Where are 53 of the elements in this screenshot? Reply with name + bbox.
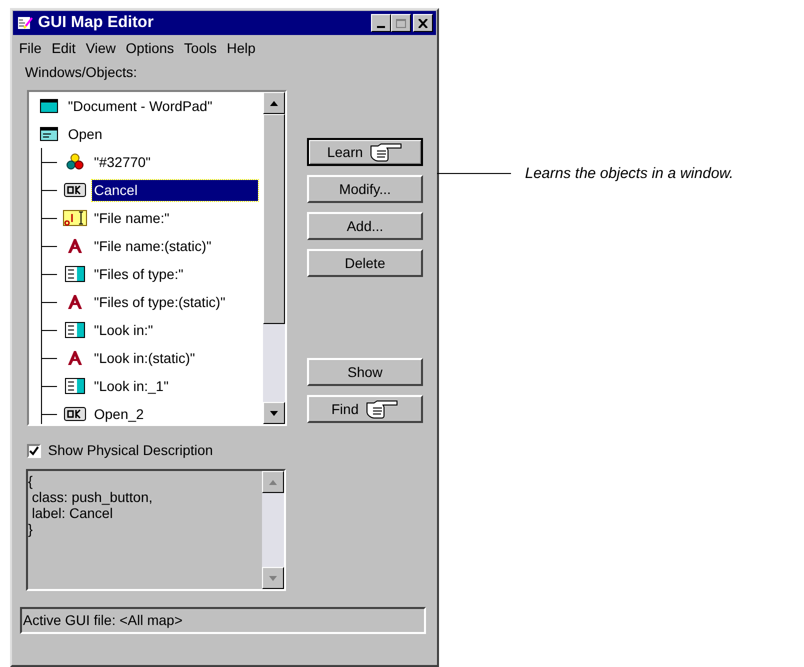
description-line: label: Cancel bbox=[30, 505, 113, 521]
tree-item[interactable]: "Look in:" bbox=[92, 320, 155, 340]
down-arrow-icon bbox=[270, 410, 278, 416]
checkbox[interactable] bbox=[27, 444, 41, 458]
up-arrow-icon bbox=[269, 480, 277, 484]
tree-label: Windows/Objects: bbox=[25, 63, 138, 82]
scrollbar[interactable] bbox=[262, 471, 284, 589]
ok-button-icon bbox=[63, 183, 87, 197]
tree-item[interactable]: "Look in:(static)" bbox=[92, 348, 197, 368]
tree-item[interactable]: "File name:(static)" bbox=[92, 236, 214, 256]
tree-item[interactable]: "Document - WordPad" bbox=[66, 96, 214, 116]
menu-item[interactable]: Tools bbox=[184, 38, 217, 58]
window-title: GUI Map Editor bbox=[38, 13, 154, 33]
menu-item[interactable]: View bbox=[86, 38, 116, 58]
description-line: } bbox=[28, 521, 33, 537]
dialog-icon bbox=[37, 127, 61, 141]
description-line: class: push_button, bbox=[30, 489, 153, 505]
tree-item[interactable]: Cancel bbox=[92, 180, 258, 200]
action-button[interactable]: Modify... bbox=[307, 175, 423, 203]
action-button[interactable]: Show bbox=[307, 358, 423, 386]
description-line: { bbox=[28, 473, 33, 489]
menu-item[interactable]: File bbox=[19, 38, 42, 58]
minimize-button[interactable] bbox=[371, 14, 391, 32]
maximize-button[interactable] bbox=[391, 14, 411, 32]
tree-item[interactable]: "Files of type:" bbox=[92, 264, 186, 284]
action-button[interactable]: Delete bbox=[307, 249, 423, 277]
text-field-icon bbox=[63, 210, 87, 226]
checkbox-label: Show Physical Description bbox=[48, 441, 213, 460]
tree-item[interactable]: "#32770" bbox=[92, 152, 153, 172]
tree-item[interactable]: "Look in:_1" bbox=[92, 376, 171, 396]
scrollbar[interactable] bbox=[263, 92, 285, 424]
app-icon bbox=[16, 14, 34, 32]
tree-item[interactable]: Open bbox=[66, 124, 104, 144]
down-arrow-icon bbox=[269, 576, 277, 580]
tree-item[interactable]: "File name:" bbox=[92, 208, 172, 228]
up-arrow-icon bbox=[270, 100, 278, 106]
action-button[interactable]: Learn bbox=[307, 138, 423, 166]
window-icon bbox=[37, 99, 61, 113]
ok-button-icon bbox=[63, 407, 87, 421]
status-field: Active GUI file: <All map> bbox=[20, 607, 426, 634]
menu-item[interactable]: Edit bbox=[52, 38, 76, 58]
action-button[interactable]: Add... bbox=[307, 212, 423, 240]
tree-item[interactable]: Open_2 bbox=[92, 404, 146, 424]
action-button[interactable]: Find bbox=[307, 395, 423, 423]
close-button[interactable] bbox=[413, 14, 433, 32]
callout-text: Learns the objects in a window. bbox=[525, 164, 734, 184]
menu-item[interactable]: Options bbox=[126, 38, 174, 58]
menu-item[interactable]: Help bbox=[226, 38, 256, 58]
list-icon bbox=[63, 378, 87, 394]
close-icon bbox=[418, 18, 428, 28]
list-icon bbox=[63, 266, 87, 282]
list-icon bbox=[63, 322, 87, 338]
tree-item[interactable]: "Files of type:(static)" bbox=[92, 292, 228, 312]
